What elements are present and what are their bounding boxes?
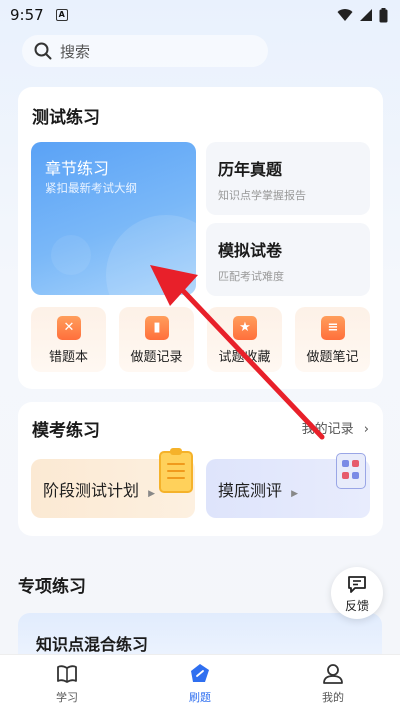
- mixed-knowledge-title: 知识点混合练习: [36, 635, 149, 654]
- chevron-right-icon: ›: [363, 422, 369, 437]
- search-icon: [34, 42, 52, 60]
- tab-mine[interactable]: 我的: [293, 655, 373, 710]
- mock-paper-subtitle: 匹配考试难度: [218, 270, 284, 283]
- wifi-icon: [337, 9, 353, 21]
- stage-test-plan-label: 阶段测试计划 ▶: [43, 481, 156, 500]
- record-icon: ▮: [145, 316, 169, 340]
- mock-practice-title: 模考练习: [32, 421, 100, 441]
- history-exam-subtitle: 知识点学掌握报告: [218, 189, 306, 202]
- practice-title: 测试练习: [32, 108, 100, 128]
- clipboard-icon: [159, 448, 193, 493]
- chat-icon: [348, 576, 366, 593]
- stage-test-plan-tile[interactable]: 阶段测试计划 ▶: [31, 448, 195, 518]
- notes-button[interactable]: ≡ 做题笔记: [295, 307, 370, 372]
- battery-icon: [379, 7, 388, 22]
- my-records-link[interactable]: 我的记录 ›: [302, 418, 369, 437]
- chapter-practice-title: 章节练习: [45, 159, 110, 178]
- star-icon: ★: [233, 316, 257, 340]
- record-button[interactable]: ▮ 做题记录: [119, 307, 194, 372]
- brush-icon: [191, 664, 209, 682]
- history-exam-title: 历年真题: [218, 160, 283, 179]
- tab-practice-label: 刷题: [189, 691, 211, 704]
- favorites-button[interactable]: ★ 试题收藏: [207, 307, 282, 372]
- chapter-practice-subtitle: 紧扣最新考试大纲: [45, 181, 137, 195]
- wrong-book-label: 错题本: [48, 350, 88, 365]
- record-label: 做题记录: [130, 350, 183, 365]
- baseline-test-label: 摸底测评 ▶: [218, 481, 299, 500]
- book-icon: [57, 665, 77, 683]
- signal-icon: [360, 9, 372, 21]
- baseline-test-tile[interactable]: 摸底测评 ▶: [206, 453, 370, 518]
- wrong-book-icon: ✕: [57, 316, 81, 340]
- mock-paper-title: 模拟试卷: [218, 241, 283, 260]
- mock-practice-card: 模考练习 我的记录 › 阶段测试计划 ▶ 摸底测评 ▶: [18, 402, 383, 536]
- status-time: 9:57: [10, 6, 44, 24]
- bottom-tab-bar: 学习 刷题 我的: [0, 654, 400, 710]
- tab-mine-label: 我的: [322, 691, 344, 704]
- play-triangle-icon: ▶: [291, 489, 299, 499]
- tab-study-label: 学习: [56, 691, 78, 704]
- note-icon: ≡: [321, 316, 345, 340]
- notes-label: 做题笔记: [306, 350, 359, 365]
- favorites-label: 试题收藏: [218, 350, 271, 365]
- tab-practice[interactable]: 刷题: [160, 655, 240, 710]
- history-exam-tile[interactable]: 历年真题 知识点学掌握报告: [206, 142, 370, 215]
- test-sheet-icon: [336, 453, 366, 489]
- my-records-label: 我的记录: [301, 422, 354, 437]
- person-icon: [323, 664, 343, 684]
- chapter-practice-tile[interactable]: 章节练习 紧扣最新考试大纲: [31, 142, 196, 295]
- status-bar: 9:57 A: [0, 0, 400, 30]
- wrong-book-button[interactable]: ✕ 错题本: [31, 307, 106, 372]
- special-practice-title: 专项练习: [18, 577, 86, 597]
- feedback-button[interactable]: 反馈: [331, 567, 383, 619]
- feedback-label: 反馈: [344, 599, 369, 613]
- tab-study[interactable]: 学习: [27, 655, 107, 710]
- mock-paper-tile[interactable]: 模拟试卷 匹配考试难度: [206, 223, 370, 296]
- play-triangle-icon: ▶: [148, 489, 156, 499]
- search-input[interactable]: 搜索: [22, 35, 268, 67]
- search-placeholder: 搜索: [60, 42, 91, 61]
- practice-card: 测试练习 章节练习 紧扣最新考试大纲 历年真题 知识点学掌握报告 模拟试卷 匹配…: [18, 87, 383, 389]
- status-icons: [337, 7, 388, 23]
- tile-decoration: [106, 215, 196, 295]
- notification-a-icon: A: [55, 9, 68, 21]
- tile-decoration: [51, 235, 91, 275]
